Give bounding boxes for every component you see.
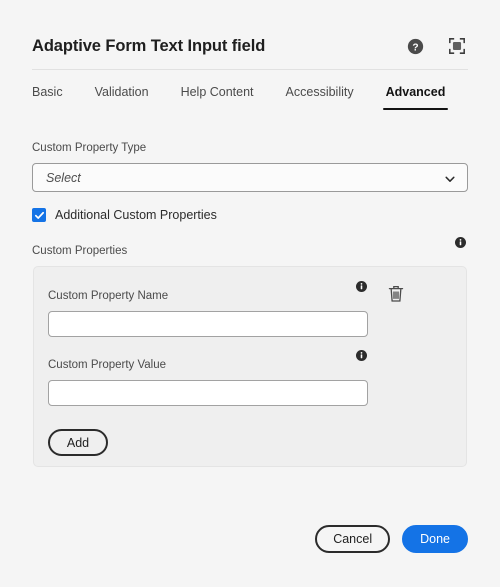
page-title: Adaptive Form Text Input field: [32, 36, 266, 55]
custom-property-type-label: Custom Property Type: [32, 142, 147, 154]
help-circle-icon[interactable]: ?: [404, 35, 426, 57]
tab-accessibility[interactable]: Accessibility: [286, 85, 354, 110]
fullscreen-glyph: [449, 38, 465, 54]
info-icon[interactable]: [356, 348, 367, 366]
checkbox-checked-icon: [32, 208, 46, 222]
header-actions: ?: [404, 35, 468, 57]
info-icon[interactable]: [455, 235, 466, 253]
header-divider: [32, 69, 468, 70]
tab-validation[interactable]: Validation: [95, 85, 149, 110]
add-button[interactable]: Add: [48, 429, 108, 456]
properties-dialog: Adaptive Form Text Input field ? Basic V…: [0, 0, 500, 587]
custom-property-value-label: Custom Property Value: [48, 359, 167, 371]
custom-property-type-select[interactable]: Select: [32, 163, 468, 192]
additional-custom-properties-label: Additional Custom Properties: [55, 208, 217, 222]
custom-property-name-input[interactable]: [48, 311, 368, 337]
custom-property-type-value: Select: [46, 170, 81, 185]
tab-basic[interactable]: Basic: [32, 85, 63, 110]
tab-advanced[interactable]: Advanced: [382, 85, 449, 110]
trash-glyph: [388, 285, 404, 302]
done-button[interactable]: Done: [402, 525, 468, 553]
chevron-down-icon: [444, 172, 456, 184]
help-circle-glyph: ?: [407, 38, 423, 54]
custom-property-name-label: Custom Property Name: [48, 290, 169, 302]
trash-icon[interactable]: [386, 284, 406, 306]
dialog-footer: Cancel Done: [32, 525, 468, 553]
fullscreen-icon[interactable]: [446, 35, 468, 57]
custom-properties-label: Custom Properties: [32, 245, 128, 257]
cancel-button[interactable]: Cancel: [315, 525, 391, 553]
additional-custom-properties-checkbox[interactable]: Additional Custom Properties: [32, 208, 217, 222]
tab-help-content[interactable]: Help Content: [181, 85, 254, 110]
tab-bar: Basic Validation Help Content Accessibil…: [32, 85, 468, 119]
info-icon[interactable]: [356, 279, 367, 297]
dialog-header: Adaptive Form Text Input field ?: [32, 30, 468, 62]
custom-property-value-input[interactable]: [48, 380, 368, 406]
svg-text:?: ?: [412, 42, 418, 53]
